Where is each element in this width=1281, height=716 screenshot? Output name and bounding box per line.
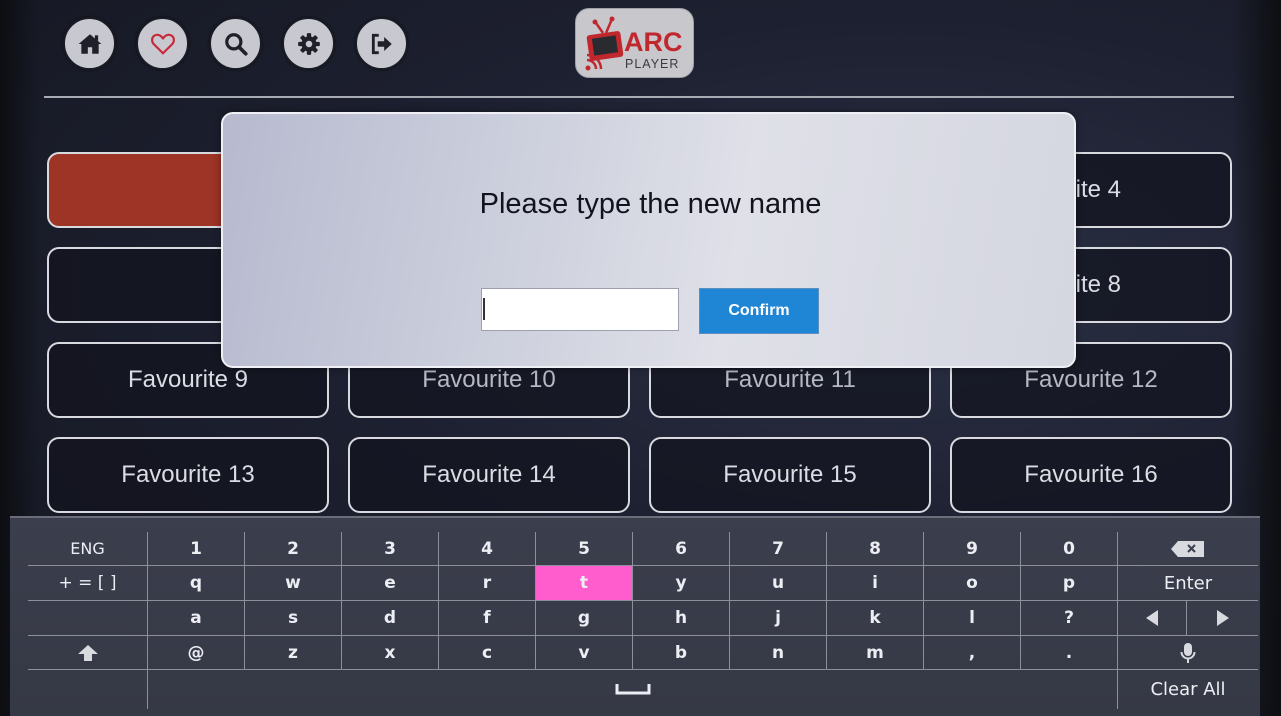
logout-icon — [371, 33, 392, 54]
key-7[interactable]: 7 — [730, 532, 826, 565]
enter-key[interactable]: Enter — [1118, 566, 1258, 600]
settings-button[interactable] — [282, 17, 335, 70]
key-l[interactable]: l — [924, 601, 1020, 635]
key-1[interactable]: 1 — [148, 532, 244, 565]
cursor-left-key[interactable] — [1118, 601, 1186, 635]
key-d[interactable]: d — [342, 601, 438, 635]
symbols-key[interactable]: + = [ ] — [28, 566, 147, 600]
logo-title: ARC — [624, 27, 683, 57]
key-2[interactable]: 2 — [245, 532, 341, 565]
logo-subtitle: PLAYER — [625, 57, 680, 71]
key-a[interactable]: a — [148, 601, 244, 635]
favourite-tile[interactable]: Favourite 13 — [47, 437, 329, 513]
heart-icon — [150, 33, 175, 55]
favourite-label: Favourite 13 — [121, 461, 255, 488]
key-m[interactable]: m — [827, 636, 923, 669]
app-logo: ARC PLAYER — [575, 8, 694, 78]
key-f[interactable]: f — [439, 601, 535, 635]
key-k[interactable]: k — [827, 601, 923, 635]
cursor-right-key[interactable] — [1187, 601, 1258, 635]
key-x[interactable]: x — [342, 636, 438, 669]
favourite-label: Favourite 11 — [724, 366, 856, 393]
key-u[interactable]: u — [730, 566, 826, 600]
space-key[interactable] — [148, 670, 1117, 708]
key-question[interactable]: ? — [1021, 601, 1117, 635]
backspace-icon — [1171, 540, 1204, 557]
language-key[interactable]: ENG — [28, 532, 147, 565]
key-z[interactable]: z — [245, 636, 341, 669]
key-h[interactable]: h — [633, 601, 729, 635]
key-6[interactable]: 6 — [633, 532, 729, 565]
clear-all-key[interactable]: Clear All — [1118, 670, 1258, 708]
gear-icon — [297, 32, 320, 55]
key-period[interactable]: . — [1021, 636, 1117, 669]
dialog-title: Please type the new name — [479, 188, 822, 220]
favourite-label: Favourite 14 — [422, 461, 556, 488]
favourite-tile[interactable]: Favourite 14 — [348, 437, 630, 513]
shift-key[interactable] — [28, 636, 147, 669]
key-v[interactable]: v — [536, 636, 632, 669]
search-icon — [224, 32, 248, 56]
favourite-label: Favourite 12 — [1024, 366, 1158, 393]
key-p[interactable]: p — [1021, 566, 1117, 600]
shift-icon — [77, 644, 98, 661]
home-button[interactable] — [63, 17, 116, 70]
key-r[interactable]: r — [439, 566, 535, 600]
key-q[interactable]: q — [148, 566, 244, 600]
favourite-tile[interactable]: Favourite 16 — [950, 437, 1232, 513]
key-at[interactable]: @ — [148, 636, 244, 669]
key-b[interactable]: b — [633, 636, 729, 669]
text-caret — [483, 298, 485, 320]
arrow-left-icon — [1146, 610, 1158, 626]
space-icon — [615, 684, 650, 695]
on-screen-keyboard: ENG + = [ ] Enter Clear All 1234567890 qw… — [10, 516, 1260, 716]
key-3[interactable]: 3 — [342, 532, 438, 565]
key-9[interactable]: 9 — [924, 532, 1020, 565]
home-icon — [78, 33, 101, 54]
favourites-button[interactable] — [136, 17, 189, 70]
new-name-input[interactable] — [481, 288, 679, 331]
voice-input-key[interactable] — [1118, 636, 1258, 669]
favourite-tile[interactable]: Favourite 15 — [649, 437, 931, 513]
rename-dialog: Please type the new name Confirm — [221, 112, 1076, 368]
microphone-icon — [1180, 642, 1196, 663]
key-e[interactable]: e — [342, 566, 438, 600]
key-j[interactable]: j — [730, 601, 826, 635]
header-divider — [44, 96, 1234, 98]
key-c[interactable]: c — [439, 636, 535, 669]
favourite-label: Favourite 10 — [422, 366, 556, 393]
confirm-button[interactable]: Confirm — [699, 288, 819, 334]
key-4[interactable]: 4 — [439, 532, 535, 565]
key-n[interactable]: n — [730, 636, 826, 669]
arrow-right-icon — [1216, 610, 1229, 626]
key-o[interactable]: o — [924, 566, 1020, 600]
key-i[interactable]: i — [827, 566, 923, 600]
logout-button[interactable] — [355, 17, 408, 70]
key-t[interactable]: t — [536, 566, 632, 600]
key-0[interactable]: 0 — [1021, 532, 1117, 565]
favourite-label: Favourite 9 — [127, 366, 249, 393]
favourite-label: Favourite 15 — [723, 461, 857, 488]
search-button[interactable] — [209, 17, 262, 70]
key-w[interactable]: w — [245, 566, 341, 600]
key-8[interactable]: 8 — [827, 532, 923, 565]
favourite-label: Favourite 16 — [1024, 461, 1158, 488]
key-5[interactable]: 5 — [536, 532, 632, 565]
key-y[interactable]: y — [633, 566, 729, 600]
key-g[interactable]: g — [536, 601, 632, 635]
key-s[interactable]: s — [245, 601, 341, 635]
key-comma[interactable]: , — [924, 636, 1020, 669]
backspace-key[interactable] — [1118, 532, 1258, 565]
